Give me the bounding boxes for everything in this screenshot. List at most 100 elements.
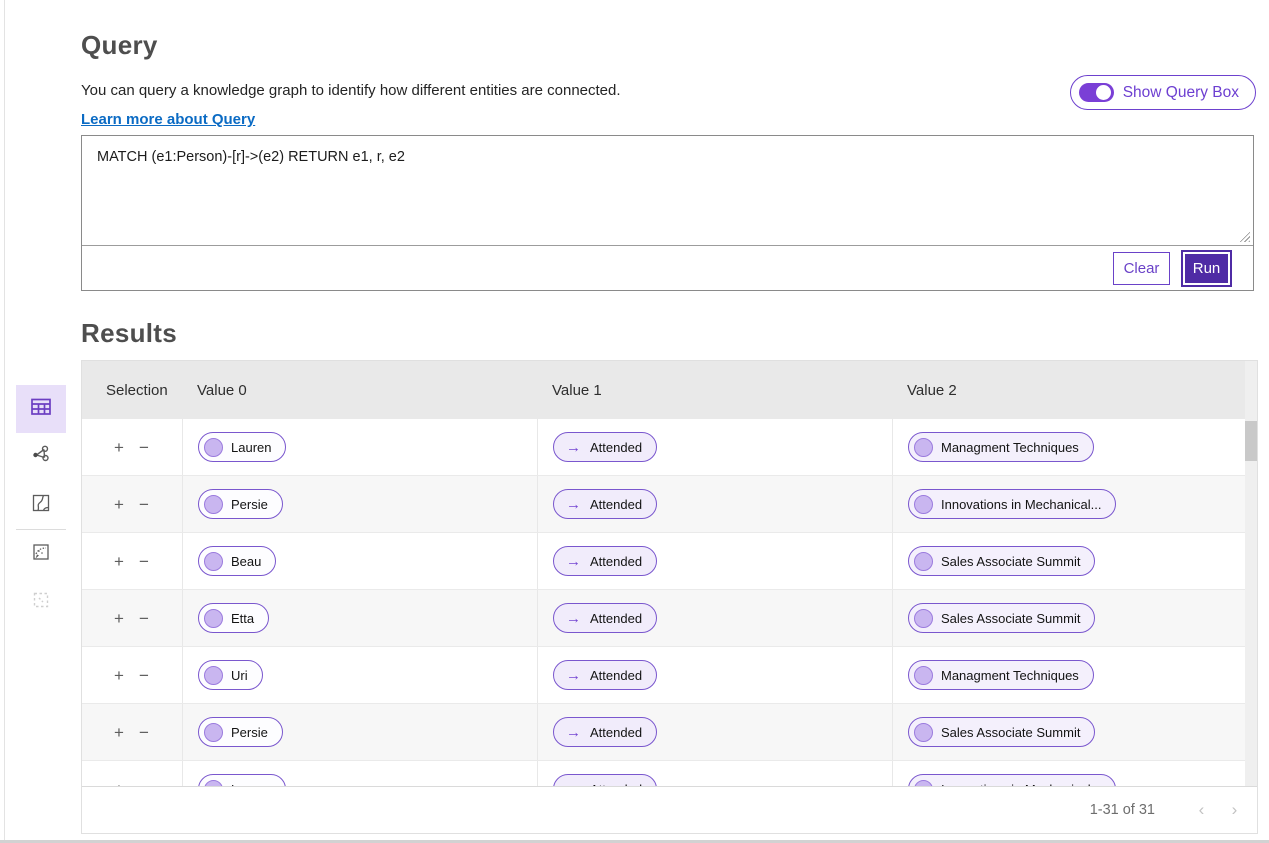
target-entity-pill[interactable]: Innovations in Mechanical... bbox=[908, 774, 1117, 787]
value1-cell: → Attended bbox=[537, 761, 892, 786]
add-selection-button[interactable]: + bbox=[114, 610, 124, 627]
remove-selection-button[interactable]: − bbox=[139, 724, 149, 741]
remove-selection-button[interactable]: − bbox=[139, 781, 149, 787]
node-dot-icon bbox=[204, 722, 223, 742]
relation-pill-label: Attended bbox=[590, 439, 643, 455]
panel-left-border bbox=[4, 0, 5, 843]
remove-selection-button[interactable]: − bbox=[139, 553, 149, 570]
target-entity-pill[interactable]: Innovations in Mechanical... bbox=[908, 489, 1117, 519]
value1-cell: → Attended bbox=[537, 647, 892, 703]
table-row: + − Lauren → Attended Innovations in Mec… bbox=[82, 761, 1257, 786]
value1-cell: → Attended bbox=[537, 590, 892, 646]
node-dot-icon bbox=[914, 665, 933, 685]
target-entity-pill[interactable]: Sales Associate Summit bbox=[908, 546, 1096, 576]
selection-cell: + − bbox=[82, 590, 182, 646]
remove-selection-button[interactable]: − bbox=[139, 610, 149, 627]
relation-pill[interactable]: → Attended bbox=[553, 717, 658, 747]
value0-cell: Lauren bbox=[182, 419, 537, 475]
add-selection-button[interactable]: + bbox=[114, 496, 124, 513]
pagination-bar: 1-31 of 31 ‹ › bbox=[82, 786, 1257, 833]
relation-pill[interactable]: → Attended bbox=[553, 774, 658, 787]
sidebar-item-map-view[interactable] bbox=[16, 481, 66, 529]
node-dot-icon bbox=[914, 722, 933, 742]
target-entity-pill[interactable]: Managment Techniques bbox=[908, 660, 1094, 690]
value0-cell: Persie bbox=[182, 476, 537, 532]
relation-pill[interactable]: → Attended bbox=[553, 546, 658, 576]
sidebar-item-link-chart-view[interactable] bbox=[16, 433, 66, 481]
entity-pill-label: Lauren bbox=[231, 439, 272, 455]
target-entity-pill[interactable]: Sales Associate Summit bbox=[908, 717, 1096, 747]
value0-cell: Uri bbox=[182, 647, 537, 703]
entity-pill[interactable]: Persie bbox=[198, 489, 283, 519]
entity-pill-label: Beau bbox=[231, 553, 262, 569]
table-scrollbar[interactable] bbox=[1245, 361, 1257, 786]
table-view-icon bbox=[29, 395, 53, 424]
value0-cell: Beau bbox=[182, 533, 537, 589]
relation-pill-label: Attended bbox=[590, 553, 643, 569]
entity-pill[interactable]: Lauren bbox=[198, 432, 287, 462]
relation-pill-label: Attended bbox=[590, 782, 642, 787]
show-query-box-toggle[interactable]: Show Query Box bbox=[1069, 75, 1256, 110]
value2-cell: Innovations in Mechanical... bbox=[892, 761, 1257, 786]
scrollbar-thumb[interactable] bbox=[1245, 421, 1257, 461]
relation-arrow-icon: → bbox=[566, 723, 581, 741]
target-entity-pill[interactable]: Managment Techniques bbox=[908, 432, 1094, 462]
selection-cell: + − bbox=[82, 761, 182, 787]
add-selection-button[interactable]: + bbox=[114, 724, 124, 741]
value0-cell: Persie bbox=[182, 704, 537, 760]
table-row: + − Uri → Attended Managment Techniques bbox=[82, 647, 1257, 704]
relation-pill[interactable]: → Attended bbox=[553, 432, 658, 462]
results-table: Selection Value 0 Value 1 Value 2 + − La… bbox=[81, 360, 1258, 834]
add-selection-button[interactable]: + bbox=[114, 781, 124, 787]
link-chart-view-icon bbox=[30, 444, 52, 471]
entity-pill[interactable]: Persie bbox=[198, 717, 283, 747]
entity-pill-label: Persie bbox=[231, 496, 268, 512]
entity-pill[interactable]: Uri bbox=[198, 660, 263, 690]
entity-pill[interactable]: Etta bbox=[198, 603, 270, 633]
relation-pill[interactable]: → Attended bbox=[553, 603, 658, 633]
add-selection-button[interactable]: + bbox=[114, 667, 124, 684]
show-query-box-label: Show Query Box bbox=[1122, 83, 1239, 101]
value1-cell: → Attended bbox=[537, 704, 892, 760]
remove-selection-button[interactable]: − bbox=[139, 496, 149, 513]
view-switcher-sidebar bbox=[16, 385, 66, 626]
node-dot-icon bbox=[204, 665, 223, 685]
results-title: Results bbox=[81, 318, 178, 348]
add-selection-button[interactable]: + bbox=[114, 553, 124, 570]
relation-arrow-icon: → bbox=[566, 781, 581, 787]
relation-pill[interactable]: → Attended bbox=[553, 489, 658, 519]
target-pill-label: Innovations in Mechanical... bbox=[941, 782, 1101, 787]
target-pill-label: Managment Techniques bbox=[941, 439, 1079, 455]
sidebar-item-map-sketch-view[interactable] bbox=[16, 530, 66, 578]
table-row: + − Etta → Attended Sales Associate Summ… bbox=[82, 590, 1257, 647]
run-button[interactable]: Run bbox=[1183, 251, 1230, 285]
learn-more-link[interactable]: Learn more about Query bbox=[81, 111, 255, 128]
table-body: + − Lauren → Attended Managment Techniqu… bbox=[82, 419, 1257, 786]
selection-cell: + − bbox=[82, 533, 182, 589]
relation-arrow-icon: → bbox=[566, 609, 581, 627]
add-selection-button[interactable]: + bbox=[114, 439, 124, 456]
value1-cell: → Attended bbox=[537, 533, 892, 589]
remove-selection-button[interactable]: − bbox=[139, 439, 149, 456]
map-sketch-view-icon bbox=[30, 541, 52, 568]
entity-pill[interactable]: Lauren bbox=[198, 774, 287, 786]
relation-pill[interactable]: → Attended bbox=[553, 660, 658, 690]
pagination-range-label: 1-31 of 31 bbox=[1089, 802, 1155, 818]
selection-cell: + − bbox=[82, 476, 182, 532]
page-title: Query bbox=[81, 30, 158, 60]
target-entity-pill[interactable]: Sales Associate Summit bbox=[908, 603, 1096, 633]
chevron-left-icon[interactable]: ‹ bbox=[1185, 800, 1218, 820]
query-input[interactable]: MATCH (e1:Person)-[r]->(e2) RETURN e1, r… bbox=[82, 136, 1253, 245]
sidebar-item-table-view[interactable] bbox=[16, 385, 66, 433]
dashed-selection-icon bbox=[30, 589, 52, 616]
chevron-right-icon[interactable]: › bbox=[1218, 800, 1251, 820]
table-row: + − Beau → Attended Sales Associate Summ… bbox=[82, 533, 1257, 590]
entity-pill[interactable]: Beau bbox=[198, 546, 277, 576]
target-pill-label: Innovations in Mechanical... bbox=[941, 496, 1102, 512]
clear-button[interactable]: Clear bbox=[1113, 251, 1170, 285]
map-view-icon bbox=[30, 492, 52, 519]
remove-selection-button[interactable]: − bbox=[139, 667, 149, 684]
value0-cell: Etta bbox=[182, 590, 537, 646]
value2-cell: Managment Techniques bbox=[892, 647, 1257, 703]
table-header-row: Selection Value 0 Value 1 Value 2 bbox=[82, 361, 1257, 419]
